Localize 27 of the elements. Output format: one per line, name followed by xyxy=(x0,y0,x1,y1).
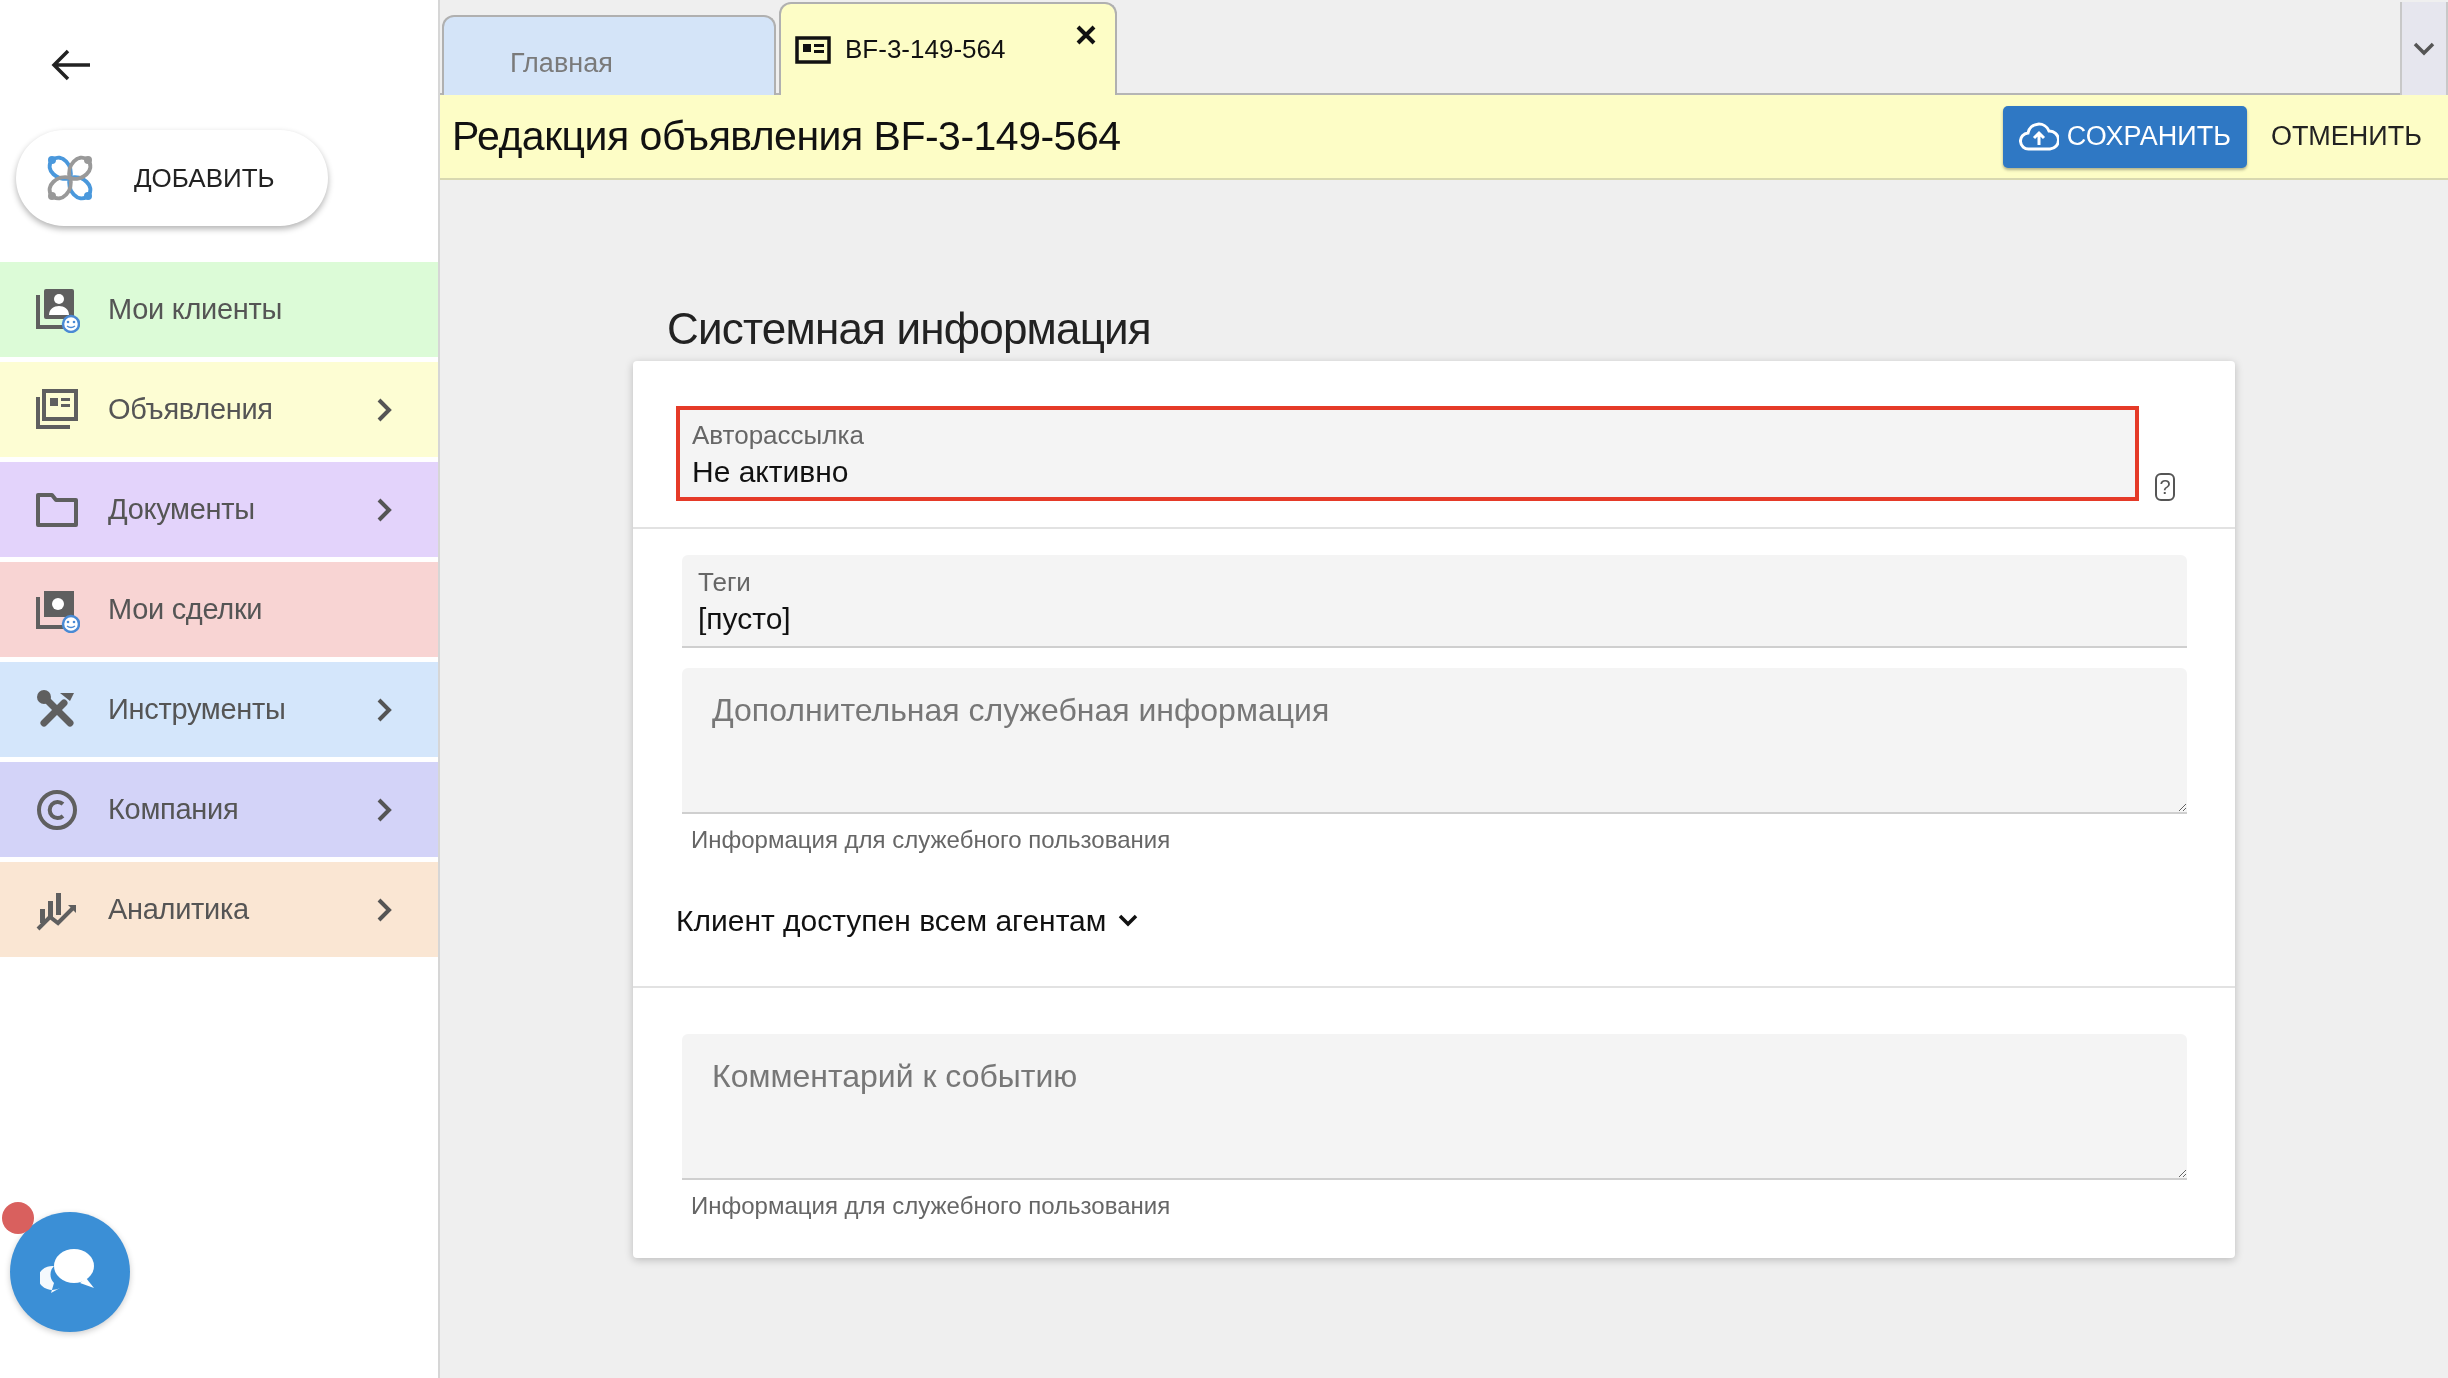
sidebar-item[interactable]: Мои клиенты xyxy=(0,262,438,357)
sidebar-item[interactable]: Аналитика xyxy=(0,862,438,957)
sidebar-item[interactable]: Мои сделки xyxy=(0,562,438,657)
page-title: Редакция объявления BF-3-149-564 xyxy=(452,113,1122,160)
close-icon[interactable] xyxy=(1075,24,1097,46)
add-button[interactable]: ДОБАВИТЬ xyxy=(16,130,328,226)
select-field[interactable]: Авторассылка Не активно xyxy=(676,406,2139,501)
helper-text: Информация для служебного пользования xyxy=(691,1192,1172,1220)
select-field[interactable]: Теги [пусто] xyxy=(682,555,2187,648)
tab[interactable]: BF-3-149-564 xyxy=(779,2,1117,95)
sidebar-item[interactable]: Объявления xyxy=(0,362,438,457)
id-card-icon xyxy=(795,35,831,64)
dropdown-toggle[interactable]: Клиент доступен всем агентам xyxy=(676,904,1139,938)
cloud-upload-icon xyxy=(2018,121,2059,152)
sidebar-item[interactable]: Компания xyxy=(0,762,438,857)
helper-text: Информация для служебного пользования xyxy=(691,826,1172,854)
sidebar-item[interactable]: Инструменты xyxy=(0,662,438,757)
text-area[interactable]: Комментарий к событию xyxy=(682,1034,2187,1180)
text-area[interactable]: Дополнительная служебная информация xyxy=(682,668,2187,814)
chevron-down-icon xyxy=(2413,41,2435,56)
help-icon[interactable]: ? xyxy=(2155,473,2175,501)
back-arrow-icon[interactable] xyxy=(50,48,92,82)
cancel-button[interactable]: ОТМЕНИТЬ xyxy=(2270,121,2422,152)
sidebar-item[interactable]: Документы xyxy=(0,462,438,557)
section-title: Системная информация xyxy=(667,304,1152,355)
save-button[interactable]: СОХРАНИТЬ xyxy=(2002,105,2247,168)
clients-icon xyxy=(34,286,80,333)
